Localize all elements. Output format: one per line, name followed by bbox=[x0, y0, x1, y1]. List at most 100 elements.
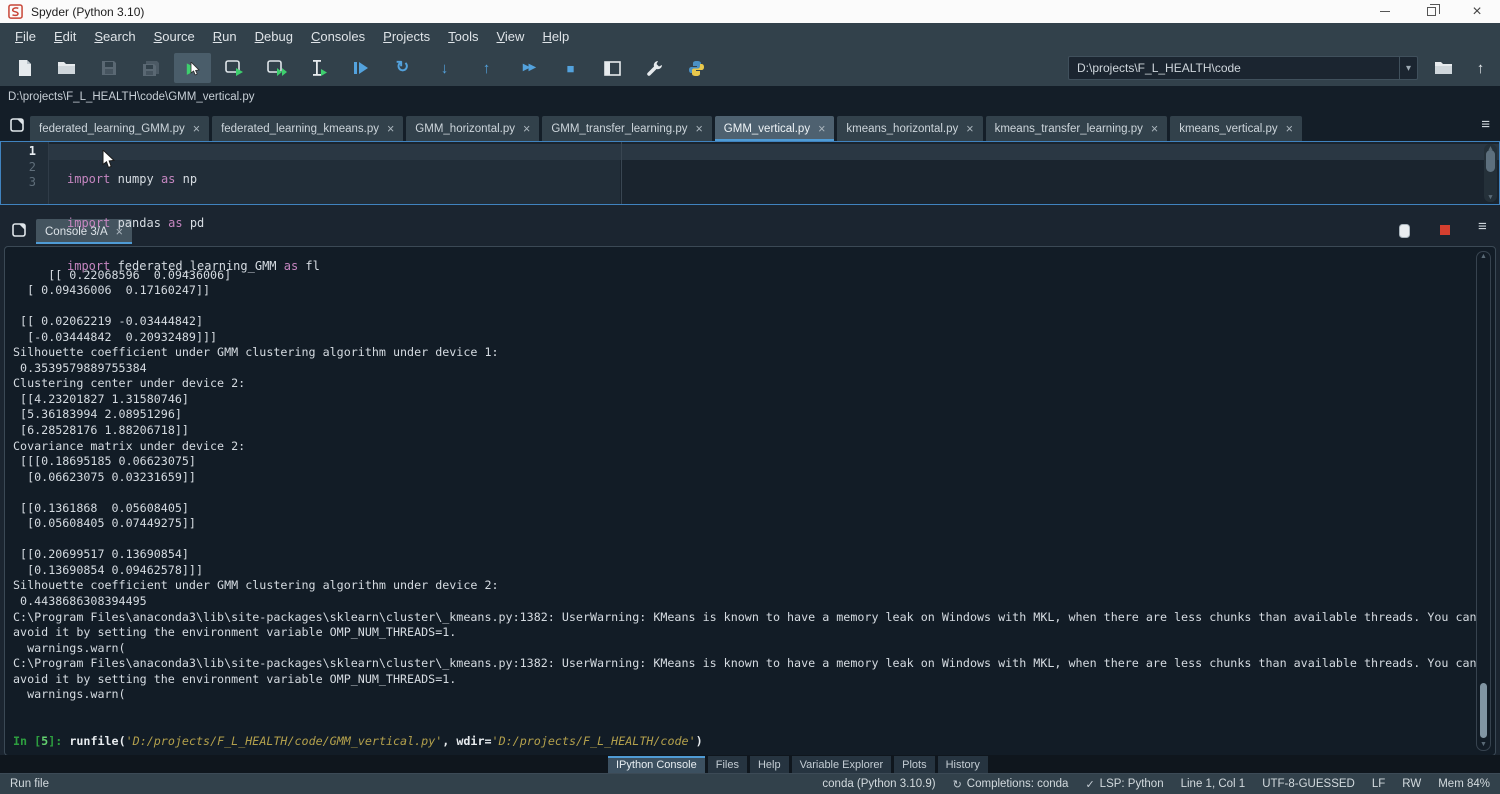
pane-tab-help[interactable]: Help bbox=[750, 756, 789, 773]
breadcrumb: D:\projects\F_L_HEALTH\code\GMM_vertical… bbox=[0, 86, 1500, 108]
tab-close-icon[interactable]: × bbox=[523, 122, 530, 136]
menu-bar: File Edit Search Source Run Debug Consol… bbox=[0, 23, 1500, 50]
status-memory: Mem 84% bbox=[1438, 778, 1490, 790]
save-all-icon bbox=[142, 60, 160, 77]
status-bar: Run file conda (Python 3.10.9) ↻ Complet… bbox=[0, 773, 1500, 794]
line-number: 3 bbox=[29, 175, 36, 191]
editor-scrollbar-thumb[interactable] bbox=[1486, 150, 1495, 172]
close-button[interactable]: × bbox=[1454, 0, 1500, 23]
menu-file[interactable]: File bbox=[6, 25, 45, 48]
tab-close-icon[interactable]: × bbox=[387, 122, 394, 136]
browse-tabs-icon bbox=[10, 118, 24, 132]
tab-close-icon[interactable]: × bbox=[966, 122, 973, 136]
console-options-menu-icon[interactable]: ≡ bbox=[1478, 218, 1487, 235]
minimize-button[interactable] bbox=[1362, 0, 1408, 23]
tab-kmeans-horizontal[interactable]: kmeans_horizontal.py× bbox=[837, 116, 982, 141]
interrupt-kernel-button[interactable] bbox=[1440, 225, 1450, 235]
open-folder-icon bbox=[57, 60, 76, 76]
debug-file-button[interactable] bbox=[342, 53, 379, 83]
code-line-1: import numpy as np bbox=[67, 172, 320, 188]
save-button[interactable] bbox=[90, 53, 127, 83]
maximize-pane-icon bbox=[604, 61, 621, 76]
tab-close-icon[interactable]: × bbox=[1286, 122, 1293, 136]
browse-tabs-button[interactable] bbox=[4, 112, 30, 138]
step-return-button[interactable]: ↑ bbox=[468, 53, 505, 83]
rerun-cell-button[interactable]: ↻ bbox=[384, 53, 421, 83]
code-editor[interactable]: 1 2 3 import numpy as np import pandas a… bbox=[0, 141, 1500, 205]
menu-projects[interactable]: Projects bbox=[374, 25, 439, 48]
tab-close-icon[interactable]: × bbox=[1151, 122, 1158, 136]
menu-run[interactable]: Run bbox=[204, 25, 246, 48]
preferences-button[interactable] bbox=[636, 53, 673, 83]
open-file-button[interactable] bbox=[48, 53, 85, 83]
menu-consoles[interactable]: Consoles bbox=[302, 25, 374, 48]
menu-view[interactable]: View bbox=[487, 25, 533, 48]
browse-tabs-icon bbox=[12, 223, 26, 237]
menu-tools[interactable]: Tools bbox=[439, 25, 487, 48]
stop-button[interactable]: ■ bbox=[552, 53, 589, 83]
run-cell-button[interactable] bbox=[216, 53, 253, 83]
parent-directory-button[interactable]: ↑ bbox=[1462, 53, 1499, 83]
pane-tab-history[interactable]: History bbox=[938, 756, 988, 773]
run-cell-advance-button[interactable] bbox=[258, 53, 295, 83]
browse-working-directory-button[interactable] bbox=[1425, 53, 1462, 83]
tab-close-icon[interactable]: × bbox=[695, 122, 702, 136]
status-completions[interactable]: Completions: conda bbox=[967, 778, 1069, 790]
pane-tab-ipython-console[interactable]: IPython Console bbox=[608, 756, 705, 773]
status-lsp[interactable]: LSP: Python bbox=[1100, 778, 1164, 790]
working-directory-combobox[interactable]: D:\projects\F_L_HEALTH\code ▾ bbox=[1068, 56, 1418, 80]
tab-gmm-vertical[interactable]: GMM_vertical.py× bbox=[715, 116, 835, 141]
console-scrollbar-thumb[interactable] bbox=[1480, 683, 1487, 738]
browse-consoles-button[interactable] bbox=[6, 217, 32, 243]
run-cell-advance-icon bbox=[267, 60, 287, 76]
pointer-icon bbox=[190, 62, 200, 76]
status-eol: LF bbox=[1372, 778, 1385, 790]
ipython-console[interactable]: [[ 0.22068596 0.09436006] [ 0.09436006 0… bbox=[4, 246, 1496, 756]
browse-folder-icon bbox=[1434, 60, 1453, 76]
tab-federated-learning-gmm[interactable]: federated_learning_GMM.py× bbox=[30, 116, 209, 141]
working-directory-dropdown-icon[interactable]: ▾ bbox=[1399, 57, 1417, 79]
continue-button[interactable]: ▶▶ bbox=[510, 53, 547, 83]
eraser-icon bbox=[1398, 223, 1411, 239]
tab-gmm-transfer-learning[interactable]: GMM_transfer_learning.py× bbox=[542, 116, 711, 141]
status-permissions: RW bbox=[1402, 778, 1421, 790]
remove-variables-button[interactable] bbox=[1398, 223, 1411, 244]
tab-kmeans-transfer-learning[interactable]: kmeans_transfer_learning.py× bbox=[986, 116, 1168, 141]
save-all-button[interactable] bbox=[132, 53, 169, 83]
run-selection-button[interactable] bbox=[300, 53, 337, 83]
spyder-logo-icon bbox=[8, 4, 23, 19]
save-icon bbox=[101, 60, 117, 76]
tab-gmm-horizontal[interactable]: GMM_horizontal.py× bbox=[406, 116, 539, 141]
maximize-pane-button[interactable] bbox=[594, 53, 631, 83]
pane-tab-plots[interactable]: Plots bbox=[894, 756, 934, 773]
line-number: 2 bbox=[29, 160, 36, 176]
rerun-icon: ↻ bbox=[396, 60, 409, 76]
python-path-manager-button[interactable] bbox=[678, 53, 715, 83]
status-interpreter[interactable]: conda (Python 3.10.9) bbox=[822, 778, 935, 790]
restore-button[interactable] bbox=[1408, 0, 1454, 23]
tab-federated-learning-kmeans[interactable]: federated_learning_kmeans.py× bbox=[212, 116, 403, 141]
step-into-button[interactable]: ↓ bbox=[426, 53, 463, 83]
new-file-button[interactable] bbox=[6, 53, 43, 83]
menu-help[interactable]: Help bbox=[533, 25, 578, 48]
pane-tab-files[interactable]: Files bbox=[708, 756, 747, 773]
run-file-button[interactable]: ▶ bbox=[174, 53, 211, 83]
tab-close-icon[interactable]: × bbox=[818, 122, 825, 136]
window-title: Spyder (Python 3.10) bbox=[31, 5, 144, 19]
editor-scrollbar[interactable]: ▲ ▼ bbox=[1484, 144, 1497, 202]
title-bar: Spyder (Python 3.10) × bbox=[0, 0, 1500, 23]
menu-debug[interactable]: Debug bbox=[246, 25, 302, 48]
menu-search[interactable]: Search bbox=[85, 25, 144, 48]
menu-edit[interactable]: Edit bbox=[45, 25, 85, 48]
editor-options-menu-icon[interactable]: ≡ bbox=[1481, 116, 1490, 133]
mouse-pointer-icon bbox=[102, 150, 115, 169]
console-output: [[ 0.22068596 0.09436006] [ 0.09436006 0… bbox=[13, 252, 1479, 794]
tab-close-icon[interactable]: × bbox=[193, 122, 200, 136]
tab-kmeans-vertical[interactable]: kmeans_vertical.py× bbox=[1170, 116, 1302, 141]
working-directory-value: D:\projects\F_L_HEALTH\code bbox=[1069, 61, 1399, 75]
run-cell-icon bbox=[225, 60, 244, 76]
console-scrollbar[interactable]: ▲ ▼ bbox=[1476, 251, 1491, 751]
pane-tab-variable-explorer[interactable]: Variable Explorer bbox=[792, 756, 892, 773]
step-into-icon: ↓ bbox=[441, 61, 449, 76]
menu-source[interactable]: Source bbox=[145, 25, 204, 48]
